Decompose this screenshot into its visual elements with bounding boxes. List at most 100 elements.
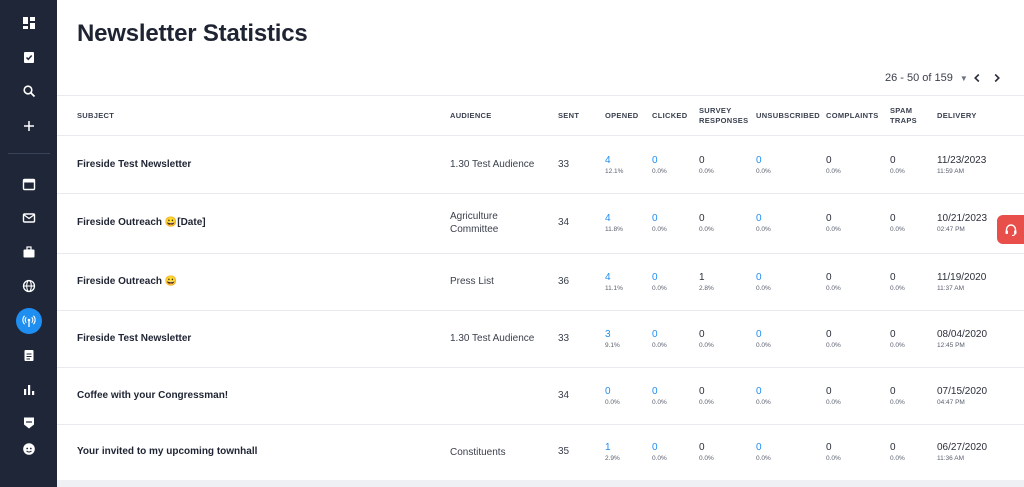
row-unsubscribed-metric[interactable]: 0 0.0% bbox=[756, 442, 771, 463]
row-opened-metric[interactable]: 4 12.1% bbox=[605, 155, 623, 176]
row-spam-value: 0 bbox=[890, 271, 896, 283]
row-unsubscribed-metric[interactable]: 0 0.0% bbox=[756, 329, 771, 350]
row-clicked-value[interactable]: 0 bbox=[652, 329, 667, 341]
row-subject-link[interactable]: Fireside Test Newsletter bbox=[77, 333, 191, 344]
row-complaints-percent: 0.0% bbox=[826, 226, 841, 233]
search-icon[interactable] bbox=[0, 76, 57, 106]
row-clicked-value[interactable]: 0 bbox=[652, 213, 667, 225]
calendar-icon[interactable] bbox=[0, 169, 57, 199]
pagination-range-select[interactable]: 26 - 50 of 159 ▼ bbox=[885, 72, 968, 84]
row-unsubscribed-value[interactable]: 0 bbox=[756, 155, 771, 167]
row-subject-link[interactable]: Coffee with your Congressman! bbox=[77, 390, 228, 401]
row-clicked-metric[interactable]: 0 0.0% bbox=[652, 213, 667, 234]
row-spam-metric: 0 0.0% bbox=[890, 386, 905, 407]
row-opened-value[interactable]: 4 bbox=[605, 213, 623, 225]
row-spam-value: 0 bbox=[890, 385, 896, 397]
row-clicked-percent: 0.0% bbox=[652, 284, 667, 292]
row-complaints-metric: 0 0.0% bbox=[826, 386, 841, 407]
column-header-opened[interactable]: OPENED bbox=[605, 111, 638, 121]
page-title: Newsletter Statistics bbox=[77, 20, 308, 47]
row-spam-value: 0 bbox=[890, 213, 896, 224]
horizontal-scrollbar[interactable] bbox=[57, 480, 1024, 487]
row-complaints-metric: 0 0.0% bbox=[826, 213, 841, 234]
table-row[interactable] bbox=[57, 136, 1024, 193]
row-opened-metric[interactable]: 1 2.9% bbox=[605, 442, 620, 463]
row-complaints-value: 0 bbox=[826, 328, 832, 340]
column-header-delivery[interactable]: DELIVERY bbox=[937, 111, 977, 121]
row-unsubscribed-value[interactable]: 0 bbox=[756, 213, 771, 225]
row-survey-value: 0 bbox=[699, 442, 705, 453]
row-clicked-percent: 0.0% bbox=[652, 398, 667, 406]
row-unsubscribed-metric[interactable]: 0 0.0% bbox=[756, 155, 771, 176]
help-support-button[interactable] bbox=[997, 215, 1024, 244]
pagination-range: 26 - 50 of 159 bbox=[885, 72, 953, 84]
row-survey-value: 0 bbox=[699, 385, 705, 397]
table-row[interactable] bbox=[57, 253, 1024, 310]
globe-icon[interactable] bbox=[0, 271, 57, 301]
row-opened-metric[interactable]: 0 0.0% bbox=[605, 386, 620, 407]
clipboard-check-icon[interactable] bbox=[0, 42, 57, 72]
column-header-subject[interactable]: SUBJECT bbox=[77, 111, 114, 121]
column-header-survey-responses[interactable]: SURVEY RESPONSES bbox=[699, 106, 748, 126]
row-audience-line: Constituents bbox=[450, 446, 506, 458]
row-clicked-metric[interactable]: 0 0.0% bbox=[652, 442, 667, 463]
clipboard-list-icon[interactable] bbox=[0, 340, 57, 370]
column-header-spam-line2: TRAPS bbox=[890, 116, 917, 125]
row-delivery-time: 11:37 AM bbox=[937, 284, 964, 292]
row-unsubscribed-percent: 0.0% bbox=[756, 341, 771, 349]
row-audience-line: Agriculture bbox=[450, 211, 498, 222]
row-clicked-percent: 0.0% bbox=[652, 167, 667, 175]
row-unsubscribed-metric[interactable]: 0 0.0% bbox=[756, 272, 771, 293]
row-opened-value[interactable]: 3 bbox=[605, 329, 620, 341]
row-opened-value[interactable]: 4 bbox=[605, 272, 623, 284]
row-subject-link[interactable]: Fireside Test Newsletter bbox=[77, 159, 191, 170]
dashboard-icon[interactable] bbox=[0, 8, 57, 38]
next-page-button[interactable] bbox=[990, 70, 1004, 86]
column-header-sent[interactable]: SENT bbox=[558, 111, 579, 121]
row-clicked-metric[interactable]: 0 0.0% bbox=[652, 272, 667, 293]
row-delivery-time: 02:47 PM bbox=[937, 226, 965, 233]
row-clicked-metric[interactable]: 0 0.0% bbox=[652, 329, 667, 350]
row-unsubscribed-value[interactable]: 0 bbox=[756, 272, 771, 284]
row-unsubscribed-value[interactable]: 0 bbox=[756, 329, 771, 341]
row-audience: Agriculture Committee bbox=[450, 210, 498, 236]
row-clicked-value[interactable]: 0 bbox=[652, 155, 667, 167]
column-header-spam-traps[interactable]: SPAM TRAPS bbox=[890, 106, 917, 126]
row-opened-value[interactable]: 1 bbox=[605, 442, 620, 454]
row-opened-metric[interactable]: 4 11.1% bbox=[605, 272, 623, 293]
column-header-clicked[interactable]: CLICKED bbox=[652, 111, 687, 121]
row-clicked-percent: 0.0% bbox=[652, 341, 667, 349]
briefcase-icon[interactable] bbox=[0, 237, 57, 267]
row-subject-link[interactable]: Your invited to my upcoming townhall bbox=[77, 446, 257, 457]
row-clicked-value[interactable]: 0 bbox=[652, 272, 667, 284]
row-clicked-value[interactable]: 0 bbox=[652, 442, 667, 454]
row-opened-value[interactable]: 4 bbox=[605, 155, 623, 167]
row-opened-metric[interactable]: 3 9.1% bbox=[605, 329, 620, 350]
mail-icon[interactable] bbox=[0, 203, 57, 233]
broadcast-icon[interactable] bbox=[16, 308, 42, 334]
row-complaints-value: 0 bbox=[826, 385, 832, 397]
table-row[interactable] bbox=[57, 310, 1024, 367]
row-unsubscribed-metric[interactable]: 0 0.0% bbox=[756, 386, 771, 407]
row-unsubscribed-value[interactable]: 0 bbox=[756, 386, 771, 398]
column-header-complaints[interactable]: COMPLAINTS bbox=[826, 111, 879, 121]
row-spam-percent: 0.0% bbox=[890, 398, 905, 406]
row-subject-link[interactable]: Fireside Outreach 😀[Date] bbox=[77, 217, 206, 228]
bar-chart-icon[interactable] bbox=[0, 374, 57, 404]
sidebar bbox=[0, 0, 57, 487]
row-unsubscribed-value[interactable]: 0 bbox=[756, 442, 771, 454]
plus-icon[interactable] bbox=[0, 111, 57, 141]
user-avatar-icon[interactable] bbox=[0, 434, 57, 464]
chevron-down-icon: ▼ bbox=[959, 73, 968, 83]
row-audience-line: Committee bbox=[450, 224, 499, 235]
row-subject-link[interactable]: Fireside Outreach 😀 bbox=[77, 276, 177, 287]
row-clicked-metric[interactable]: 0 0.0% bbox=[652, 155, 667, 176]
row-opened-value[interactable]: 0 bbox=[605, 386, 620, 398]
previous-page-button[interactable] bbox=[970, 70, 984, 86]
column-header-audience[interactable]: AUDIENCE bbox=[450, 111, 492, 121]
column-header-unsubscribed[interactable]: UNSUBSCRIBED bbox=[756, 111, 820, 121]
row-clicked-metric[interactable]: 0 0.0% bbox=[652, 386, 667, 407]
row-unsubscribed-metric[interactable]: 0 0.0% bbox=[756, 213, 771, 234]
row-clicked-value[interactable]: 0 bbox=[652, 386, 667, 398]
row-opened-metric[interactable]: 4 11.8% bbox=[605, 213, 623, 234]
